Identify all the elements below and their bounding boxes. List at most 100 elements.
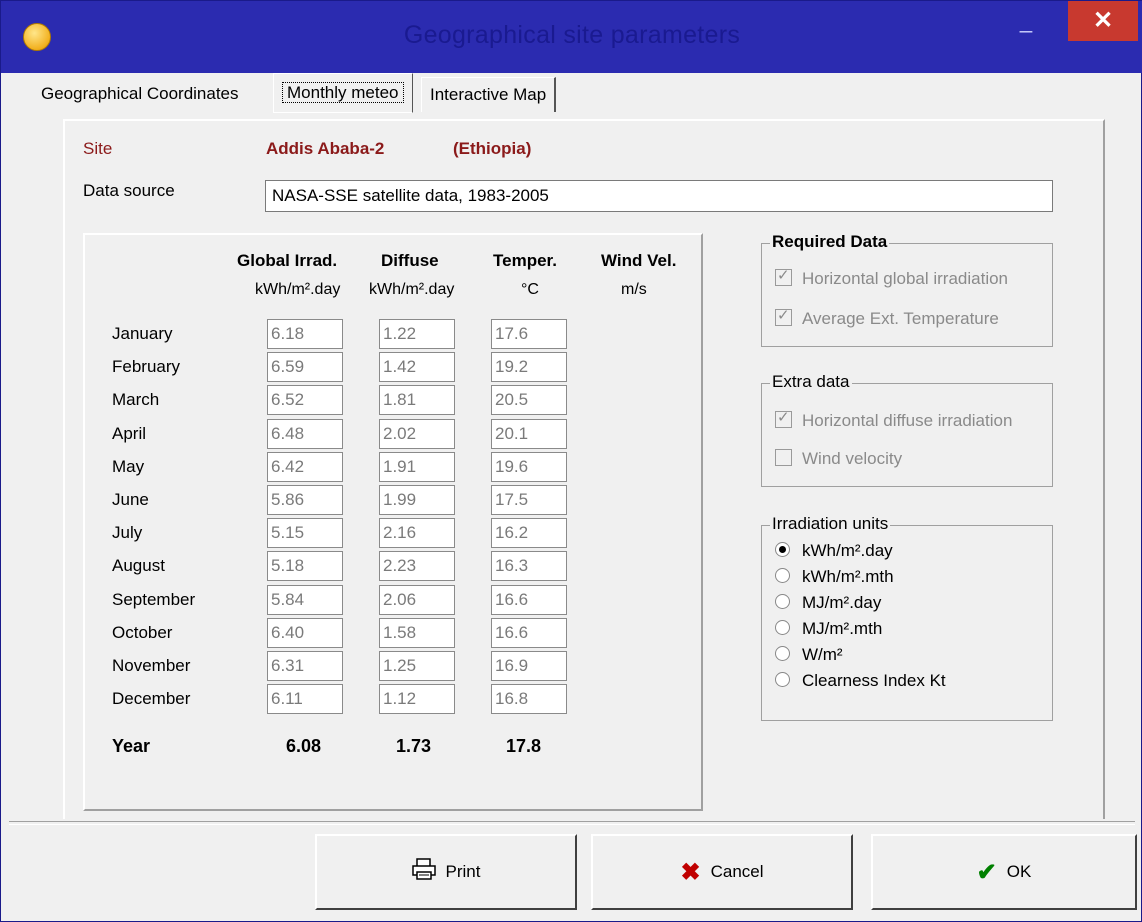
diffuse-cell[interactable]: 1.99 <box>379 485 455 515</box>
month-label: August <box>112 556 165 575</box>
radio-dot <box>775 620 790 635</box>
global-irrad-cell[interactable]: 5.84 <box>267 585 343 615</box>
diffuse-cell[interactable]: 1.25 <box>379 651 455 681</box>
radio-label: MJ/m².mth <box>802 619 883 638</box>
checkbox-wind-velocity[interactable]: Wind velocity <box>775 449 902 469</box>
unit-global-irrad: kWh/m².day <box>255 281 341 298</box>
radio-label: Clearness Index Kt <box>802 671 946 690</box>
checkbox-label: Average Ext. Temperature <box>802 309 999 328</box>
temper-cell[interactable]: 16.6 <box>491 585 567 615</box>
unit-diffuse: kWh/m².day <box>369 281 455 298</box>
cancel-button[interactable]: ✖ Cancel <box>591 834 853 910</box>
temper-cell[interactable]: 16.3 <box>491 551 567 581</box>
data-source-field[interactable]: NASA-SSE satellite data, 1983-2005 <box>265 180 1053 212</box>
temper-cell[interactable]: 16.9 <box>491 651 567 681</box>
checkbox-horizontal-diffuse-irradiation[interactable]: Horizontal diffuse irradiation <box>775 408 1013 431</box>
checkbox-label: Horizontal diffuse irradiation <box>802 411 1013 430</box>
diffuse-cell[interactable]: 1.81 <box>379 385 455 415</box>
global-irrad-cell[interactable]: 6.18 <box>267 319 343 349</box>
diffuse-cell[interactable]: 1.22 <box>379 319 455 349</box>
diffuse-cell[interactable]: 1.58 <box>379 618 455 648</box>
diffuse-cell[interactable]: 2.23 <box>379 551 455 581</box>
month-label: November <box>112 656 191 675</box>
month-label: September <box>112 590 196 609</box>
diffuse-cell[interactable]: 2.02 <box>379 419 455 449</box>
minimize-button[interactable]: _ <box>1004 1 1048 41</box>
required-data-title: Required Data <box>770 232 890 252</box>
radio-irradiation-unit[interactable]: W/m² <box>775 645 843 665</box>
radio-irradiation-unit[interactable]: Clearness Index Kt <box>775 671 946 691</box>
month-label: July <box>112 523 143 542</box>
irradiation-units-title: Irradiation units <box>770 514 891 534</box>
header-diffuse: Diffuse <box>381 251 439 270</box>
cancel-x-icon: ✖ <box>680 858 701 886</box>
radio-irradiation-unit[interactable]: kWh/m².day <box>775 541 893 561</box>
global-irrad-cell[interactable]: 6.48 <box>267 419 343 449</box>
global-irrad-cell[interactable]: 6.11 <box>267 684 343 714</box>
temper-cell[interactable]: 16.8 <box>491 684 567 714</box>
extra-data-group: Extra data <box>761 372 1053 487</box>
checkbox-label: Wind velocity <box>802 449 903 468</box>
checkbox-box <box>775 449 792 466</box>
ok-button[interactable]: ✔ OK <box>871 834 1137 910</box>
radio-dot <box>775 594 790 609</box>
temper-cell[interactable]: 16.2 <box>491 518 567 548</box>
year-global-irrad: 6.08 <box>286 736 322 756</box>
button-separator <box>9 821 1135 825</box>
radio-dot <box>775 542 790 557</box>
window-title: Geographical site parameters <box>403 21 741 49</box>
global-irrad-cell[interactable]: 5.18 <box>267 551 343 581</box>
year-diffuse: 1.73 <box>396 736 432 756</box>
tab-monthly-meteo[interactable]: Monthly meteo <box>273 73 413 113</box>
diffuse-cell[interactable]: 2.16 <box>379 518 455 548</box>
temper-cell[interactable]: 20.5 <box>491 385 567 415</box>
radio-label: W/m² <box>802 645 843 664</box>
radio-dot <box>775 568 790 583</box>
radio-irradiation-unit[interactable]: MJ/m².day <box>775 593 881 613</box>
diffuse-cell[interactable]: 1.42 <box>379 352 455 382</box>
unit-temper: °C <box>521 281 539 298</box>
print-button[interactable]: Print <box>315 834 577 910</box>
site-label: Site <box>83 139 113 158</box>
temper-cell[interactable]: 20.1 <box>491 419 567 449</box>
diffuse-cell[interactable]: 1.91 <box>379 452 455 482</box>
global-irrad-cell[interactable]: 6.59 <box>267 352 343 382</box>
unit-wind-vel: m/s <box>621 281 647 298</box>
radio-label: kWh/m².day <box>802 541 893 560</box>
tab-geographical-coordinates[interactable]: Geographical Coordinates <box>33 77 247 111</box>
radio-dot <box>775 672 790 687</box>
global-irrad-cell[interactable]: 6.31 <box>267 651 343 681</box>
checkbox-average-ext-temperature[interactable]: Average Ext. Temperature <box>775 306 999 329</box>
diffuse-cell[interactable]: 1.12 <box>379 684 455 714</box>
header-global-irrad: Global Irrad. <box>237 251 338 270</box>
month-label: October <box>112 623 173 642</box>
close-button[interactable]: ✕ <box>1068 1 1138 41</box>
diffuse-cell[interactable]: 2.06 <box>379 585 455 615</box>
temper-cell[interactable]: 19.2 <box>491 352 567 382</box>
global-irrad-cell[interactable]: 6.40 <box>267 618 343 648</box>
checkbox-box <box>775 266 792 286</box>
global-irrad-cell[interactable]: 6.52 <box>267 385 343 415</box>
global-irrad-cell[interactable]: 6.42 <box>267 452 343 482</box>
ok-label: OK <box>1006 862 1032 881</box>
month-label: January <box>112 324 173 343</box>
tab-interactive-map[interactable]: Interactive Map <box>421 77 557 112</box>
cancel-label: Cancel <box>710 862 764 881</box>
temper-cell[interactable]: 17.5 <box>491 485 567 515</box>
header-wind-vel: Wind Vel. <box>601 251 677 270</box>
radio-irradiation-unit[interactable]: kWh/m².mth <box>775 567 894 587</box>
checkbox-horizontal-global-irradiation[interactable]: Horizontal global irradiation <box>775 266 1008 289</box>
temper-cell[interactable]: 19.6 <box>491 452 567 482</box>
tab-monthly-meteo-label: Monthly meteo <box>282 82 404 103</box>
title-bar[interactable]: Geographical site parameters _ ✕ <box>1 1 1142 73</box>
radio-irradiation-unit[interactable]: MJ/m².mth <box>775 619 882 639</box>
header-temper: Temper. <box>493 251 557 270</box>
month-label: December <box>112 689 191 708</box>
checkbox-box <box>775 408 792 428</box>
global-irrad-cell[interactable]: 5.86 <box>267 485 343 515</box>
temper-cell[interactable]: 17.6 <box>491 319 567 349</box>
year-temper: 17.8 <box>506 736 542 756</box>
global-irrad-cell[interactable]: 5.15 <box>267 518 343 548</box>
temper-cell[interactable]: 16.6 <box>491 618 567 648</box>
radio-dot <box>775 646 790 661</box>
